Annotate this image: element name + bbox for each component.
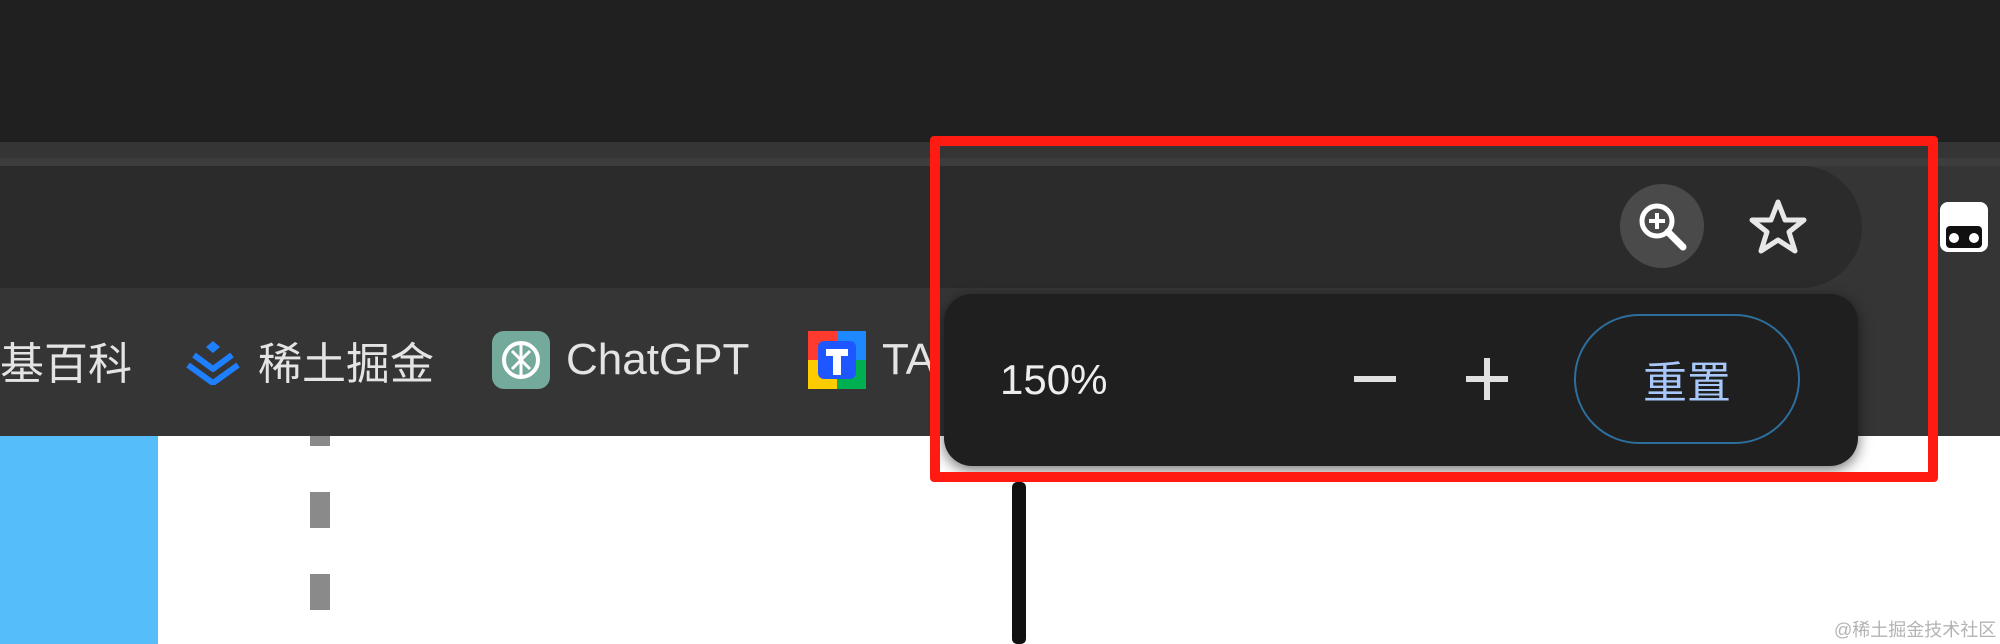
dashed-line-segment [310,492,330,528]
bookmark-label: ChatGPT [566,335,750,384]
window-title-bar [0,0,2000,142]
ta-icon [808,331,866,389]
page-black-line [1012,482,1026,644]
chatgpt-icon [492,331,550,389]
juejin-icon [186,341,240,385]
bookmark-label: TA [882,335,935,384]
watermark: @稀土掘金技术社区 [1834,620,1997,640]
bookmark-juejin[interactable]: 稀土掘金 [184,330,434,390]
page-blue-block [0,436,158,644]
dashed-line-segment [310,574,330,610]
bookmark-ta[interactable]: TA [808,330,935,390]
red-highlight-box [930,136,1938,482]
bookmark-chatgpt[interactable]: ChatGPT [492,330,749,390]
dashed-line-segment [310,436,330,446]
bookmark-wiki[interactable]: 基百科 [0,330,132,390]
extension-icon[interactable] [1940,200,1988,254]
bookmark-label: 稀土掘金 [258,340,434,389]
bookmark-label: 基百科 [0,340,132,389]
